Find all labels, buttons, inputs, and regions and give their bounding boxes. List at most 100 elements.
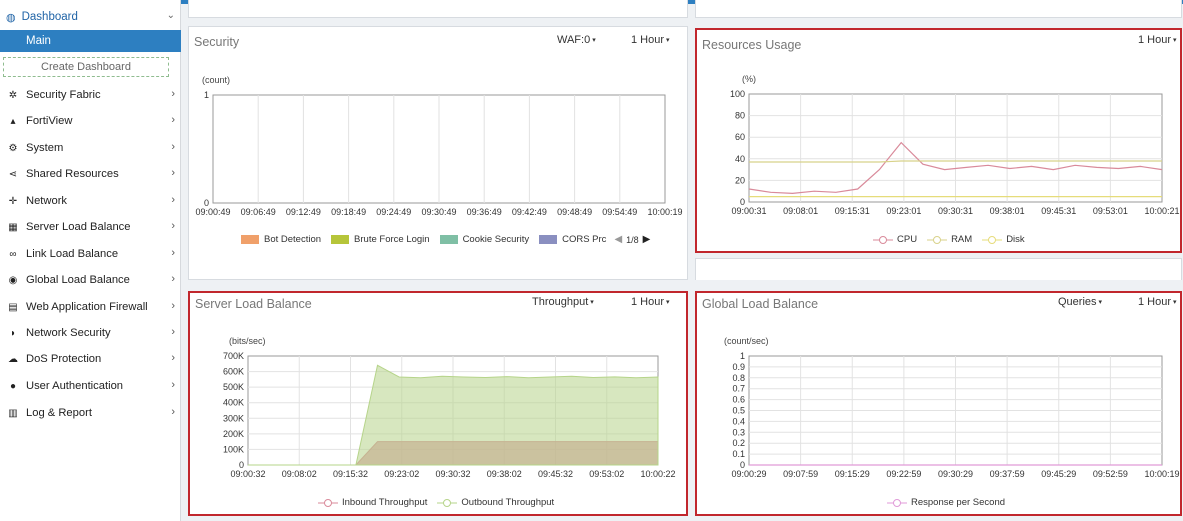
sidebar-item-label: Network xyxy=(26,195,68,207)
y-tick-label: 0.5 xyxy=(732,406,745,416)
time-range-dropdown[interactable]: 1 Hour ▾ xyxy=(631,34,670,46)
sidebar-item-label: Web Application Firewall xyxy=(26,301,148,313)
legend-item[interactable]: Response per Second xyxy=(887,497,1005,508)
x-tick-label: 09:07:59 xyxy=(783,469,818,479)
sidebar-item-label: Server Load Balance xyxy=(26,221,131,233)
legend-marker-icon xyxy=(318,498,338,507)
x-tick-label: 09:53:02 xyxy=(589,469,624,479)
y-unit-label: (count/sec) xyxy=(724,336,769,346)
x-tick-label: 09:24:49 xyxy=(376,207,411,217)
legend-item[interactable]: Brute Force Login xyxy=(331,234,430,245)
y-tick-label: 700K xyxy=(223,351,244,361)
legend-item[interactable]: RAM xyxy=(927,234,972,245)
x-tick-label: 09:30:29 xyxy=(938,469,973,479)
y-tick-label: 0.2 xyxy=(732,438,745,448)
x-tick-label: 09:37:59 xyxy=(990,469,1025,479)
legend-item[interactable]: CPU xyxy=(873,234,917,245)
sidebar-item-security-fabric[interactable]: ✲ Security Fabric › xyxy=(0,84,181,106)
x-tick-label: 10:00:22 xyxy=(640,469,675,479)
sidebar-item-label: Security Fabric xyxy=(26,89,101,101)
y-tick-label: 40 xyxy=(735,154,745,164)
sidebar-item-dos-protection[interactable]: ☁ DoS Protection › xyxy=(0,348,181,370)
create-dashboard-button[interactable]: Create Dashboard xyxy=(3,57,169,77)
chevron-right-icon: › xyxy=(171,220,175,232)
next-page-icon[interactable]: ▶ xyxy=(643,234,651,245)
chevron-right-icon: › xyxy=(171,352,175,364)
firewall-icon: ▤ xyxy=(8,301,18,313)
sidebar-item-log-report[interactable]: ▥ Log & Report › xyxy=(0,402,181,424)
global-load-balance-panel: Global Load Balance Queries ▾ 1 Hour ▾ (co… xyxy=(695,291,1182,516)
sidebar-item-user-authentication[interactable]: ● User Authentication › xyxy=(0,375,181,397)
sidebar-item-web-application-firewall[interactable]: ▤ Web Application Firewall › xyxy=(0,296,181,318)
security-fabric-icon: ✲ xyxy=(8,89,18,101)
y-tick-label: 0.7 xyxy=(732,384,745,394)
slb-legend: Inbound Throughput Outbound Throughput xyxy=(318,497,564,508)
x-tick-label: 09:08:02 xyxy=(282,469,317,479)
legend-item[interactable]: Inbound Throughput xyxy=(318,497,427,508)
glb-legend: Response per Second xyxy=(887,497,1015,508)
sidebar-item-network-security[interactable]: ◗ Network Security › xyxy=(0,322,181,344)
y-tick-label: 600K xyxy=(223,367,244,377)
x-tick-label: 09:00:31 xyxy=(731,206,766,216)
prev-page-icon[interactable]: ◀ xyxy=(614,234,622,245)
y-tick-label: 1 xyxy=(204,90,209,100)
x-tick-label: 09:30:31 xyxy=(938,206,973,216)
y-tick-label: 100 xyxy=(730,89,745,99)
chevron-right-icon: › xyxy=(171,300,175,312)
sidebar-item-label: System xyxy=(26,142,64,154)
chevron-right-icon: › xyxy=(171,88,175,100)
sidebar-item-link-load-balance[interactable]: ∞ Link Load Balance › xyxy=(0,243,181,265)
x-tick-label: 09:45:32 xyxy=(538,469,573,479)
legend-marker-icon xyxy=(927,235,948,244)
x-tick-label: 09:42:49 xyxy=(512,207,547,217)
x-tick-label: 09:38:02 xyxy=(487,469,522,479)
sidebar-item-label: Global Load Balance xyxy=(26,274,130,286)
sidebar-item-dashboard[interactable]: ◍ Dashboard ⌄ xyxy=(0,6,181,28)
legend-item[interactable]: CORS Prc xyxy=(539,234,606,245)
x-tick-label: 09:06:49 xyxy=(241,207,276,217)
time-range-dropdown[interactable]: 1 Hour ▾ xyxy=(1138,296,1177,308)
x-tick-label: 09:45:29 xyxy=(1041,469,1076,479)
legend-label: Disk xyxy=(1006,234,1025,245)
sidebar-item-global-load-balance[interactable]: ◉ Global Load Balance › xyxy=(0,269,181,291)
x-tick-label: 09:18:49 xyxy=(331,207,366,217)
legend-marker-icon xyxy=(437,498,458,507)
sidebar-item-server-load-balance[interactable]: ▦ Server Load Balance › xyxy=(0,216,181,238)
y-tick-label: 0.9 xyxy=(732,362,745,372)
sidebar-item-fortiview[interactable]: ▴ FortiView › xyxy=(0,110,181,132)
sidebar-item-main[interactable]: Main xyxy=(0,30,181,52)
time-range-dropdown[interactable]: 1 Hour ▾ xyxy=(1138,34,1177,46)
y-unit-label: (count) xyxy=(202,75,231,85)
legend-item[interactable]: Outbound Throughput xyxy=(437,497,554,508)
globe-icon: ◉ xyxy=(8,274,18,286)
sidebar-item-label: Shared Resources xyxy=(26,168,119,180)
security-legend: Bot Detection Brute Force Login Cookie Sec… xyxy=(241,234,650,245)
y-tick-label: 0.3 xyxy=(732,427,745,437)
metric-dropdown[interactable]: Queries ▾ xyxy=(1058,296,1102,308)
x-tick-label: 09:52:59 xyxy=(1093,469,1128,479)
legend-item[interactable]: Bot Detection xyxy=(241,234,321,245)
waf-dropdown[interactable]: WAF:0 ▾ xyxy=(557,34,596,46)
chevron-right-icon: › xyxy=(171,114,175,126)
sidebar-item-label: Log & Report xyxy=(26,407,92,419)
resources-chart: 02040608010009:00:31 09:08:01 09:15:31 09:2… xyxy=(730,89,1180,216)
legend-item[interactable]: Disk xyxy=(982,234,1025,245)
sidebar-item-shared-resources[interactable]: ⋖ Shared Resources › xyxy=(0,163,181,185)
sidebar-item-network[interactable]: ✛ Network › xyxy=(0,190,181,212)
metric-dropdown[interactable]: Throughput ▾ xyxy=(532,296,594,308)
y-tick-label: 200K xyxy=(223,429,244,439)
x-tick-label: 10:00:21 xyxy=(1144,206,1179,216)
legend-pager: 1/8 xyxy=(626,234,639,245)
legend-marker-icon xyxy=(873,235,893,244)
legend-label: CORS Prc xyxy=(562,234,607,245)
x-tick-label: 09:15:32 xyxy=(333,469,368,479)
legend-marker-icon xyxy=(887,498,907,507)
cloud-icon: ☁ xyxy=(8,353,18,365)
sidebar-item-system[interactable]: ⚙ System › xyxy=(0,137,181,159)
resources-legend: CPU RAM Disk xyxy=(873,234,1035,245)
legend-item[interactable]: Cookie Security xyxy=(439,234,529,245)
x-tick-label: 09:15:31 xyxy=(835,206,870,216)
y-tick-label: 60 xyxy=(735,132,745,142)
chevron-right-icon: › xyxy=(171,379,175,391)
time-range-dropdown[interactable]: 1 Hour ▾ xyxy=(631,296,670,308)
